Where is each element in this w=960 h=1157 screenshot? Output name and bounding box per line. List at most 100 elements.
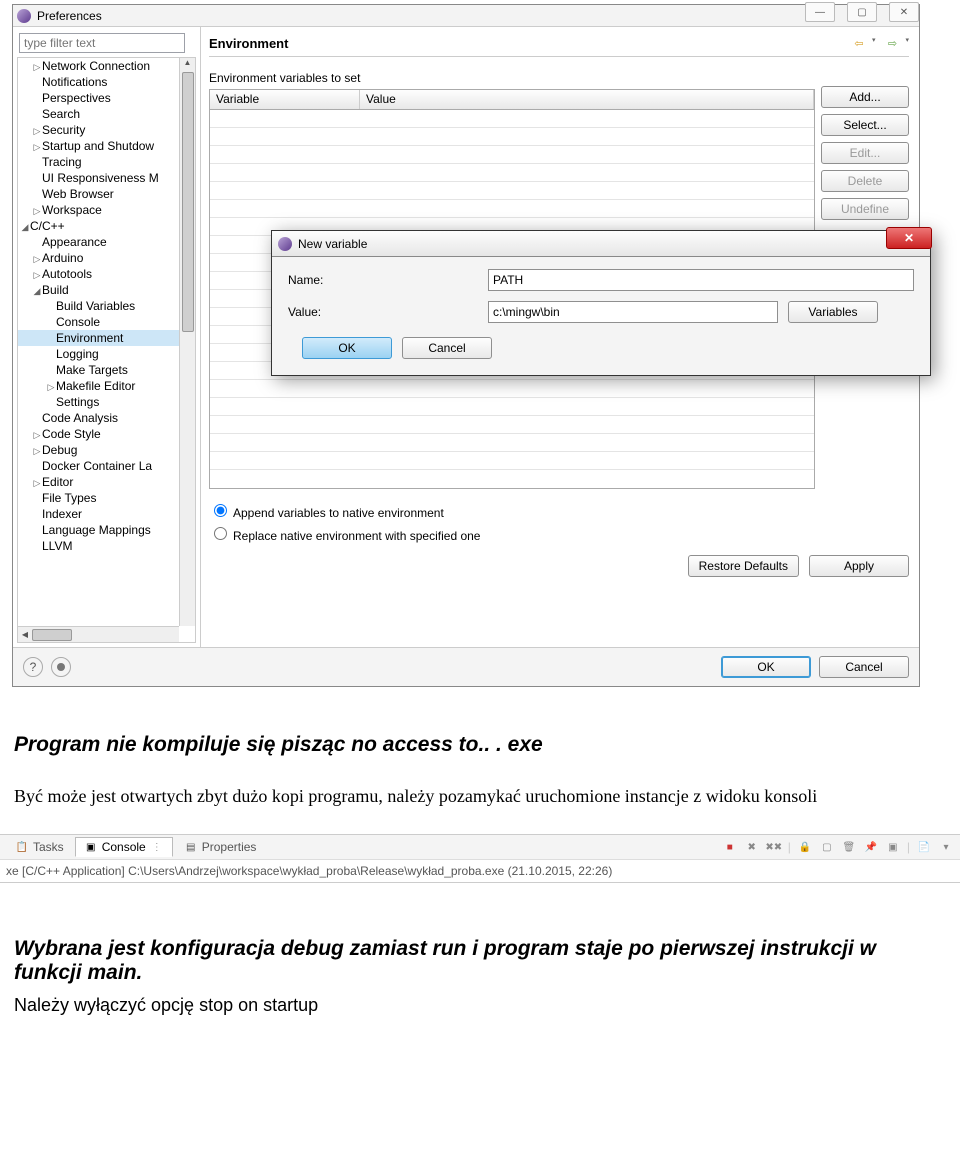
tree-vscrollbar[interactable]: ▲ <box>179 58 195 626</box>
tree-item[interactable]: Build Variables <box>18 298 195 314</box>
tree-item[interactable]: Code Analysis <box>18 410 195 426</box>
tree-item[interactable]: Perspectives <box>18 90 195 106</box>
doc-section-2: Wybrana jest konfiguracja debug zamiast … <box>0 883 960 1042</box>
console-toolbar: ■ ✖ ✖✖ | 🔒 ▢ 🗑 📌 ▣ | 📄 ▾ <box>722 839 954 855</box>
titlebar: Preferences — ▢ ✕ <box>13 5 919 27</box>
terminate-icon[interactable]: ■ <box>722 839 738 855</box>
variables-button[interactable]: Variables <box>788 301 878 323</box>
undefine-button[interactable]: Undefine <box>821 198 909 220</box>
apply-button[interactable]: Apply <box>809 555 909 577</box>
close-button[interactable]: ✕ <box>889 2 919 22</box>
console-path: xe [C/C++ Application] C:\Users\Andrzej\… <box>0 859 960 882</box>
tree-item[interactable]: Logging <box>18 346 195 362</box>
menu-icon[interactable]: ▾ <box>938 839 954 855</box>
doc2-heading: Wybrana jest konfiguracja debug zamiast … <box>14 937 944 985</box>
tasks-icon: 📋 <box>15 840 29 854</box>
nav-fwd-icon[interactable]: ⇨ <box>883 36 901 52</box>
show-console-icon[interactable]: ▢ <box>819 839 835 855</box>
tree-item[interactable]: Search <box>18 106 195 122</box>
cancel-button[interactable]: Cancel <box>819 656 909 678</box>
tree-item[interactable]: Notifications <box>18 74 195 90</box>
edit-button[interactable]: Edit... <box>821 142 909 164</box>
doc-section-1: Program nie kompiluje się pisząc no acce… <box>0 687 960 808</box>
tree-item[interactable]: ▷Startup and Shutdow <box>18 138 195 154</box>
col-value[interactable]: Value <box>360 90 814 109</box>
nav-back-menu[interactable]: ▾ <box>872 36 876 52</box>
tree-item[interactable]: Web Browser <box>18 186 195 202</box>
tree-item[interactable]: Settings <box>18 394 195 410</box>
tab-tasks[interactable]: 📋 Tasks <box>6 837 73 857</box>
console-icon: ▣ <box>84 840 98 854</box>
remove-icon[interactable]: ✖ <box>744 839 760 855</box>
record-icon[interactable] <box>51 657 71 677</box>
dialog-titlebar: New variable ✕ <box>272 231 930 257</box>
tree-item[interactable]: File Types <box>18 490 195 506</box>
maximize-button[interactable]: ▢ <box>847 2 877 22</box>
console-panel: 📋 Tasks ▣ Console ⋮ ▤ Properties ■ ✖ ✖✖ … <box>0 834 960 883</box>
doc2-paragraph: Należy wyłączyć opcję stop on startup <box>14 995 944 1016</box>
nav-back-icon[interactable]: ⇦ <box>850 36 868 52</box>
nav-fwd-menu[interactable]: ▾ <box>905 36 909 52</box>
tree-item[interactable]: Tracing <box>18 154 195 170</box>
tree-item[interactable]: ▷Makefile Editor <box>18 378 195 394</box>
window-title: Preferences <box>37 9 102 23</box>
sidebar: ▷Network ConnectionNotificationsPerspect… <box>13 27 201 647</box>
tab-properties[interactable]: ▤ Properties <box>175 837 266 857</box>
tree-item[interactable]: Indexer <box>18 506 195 522</box>
new-variable-dialog: New variable ✕ Name: Value: Variables OK… <box>271 230 931 376</box>
properties-icon: ▤ <box>184 840 198 854</box>
dialog-ok-button[interactable]: OK <box>302 337 392 359</box>
tree-item[interactable]: ▷Network Connection <box>18 58 195 74</box>
doc1-heading: Program nie kompiluje się pisząc no acce… <box>14 733 944 757</box>
tab-console[interactable]: ▣ Console ⋮ <box>75 837 173 857</box>
name-label: Name: <box>288 273 488 287</box>
tree-item[interactable]: Language Mappings <box>18 522 195 538</box>
add-button[interactable]: Add... <box>821 86 909 108</box>
eclipse-icon <box>17 9 31 23</box>
tree-item[interactable]: ▷Workspace <box>18 202 195 218</box>
delete-button[interactable]: Delete <box>821 170 909 192</box>
ok-button[interactable]: OK <box>721 656 811 678</box>
value-input[interactable] <box>488 301 778 323</box>
tree-item[interactable]: ▷Debug <box>18 442 195 458</box>
tree-item[interactable]: Environment <box>18 330 195 346</box>
tree-item[interactable]: ◢Build <box>18 282 195 298</box>
help-icon[interactable]: ? <box>23 657 43 677</box>
tree-item[interactable]: Docker Container La <box>18 458 195 474</box>
eclipse-icon <box>278 237 292 251</box>
tree-item[interactable]: ◢C/C++ <box>18 218 195 234</box>
dialog-cancel-button[interactable]: Cancel <box>402 337 492 359</box>
tree-item[interactable]: ▷Security <box>18 122 195 138</box>
filter-input[interactable] <box>19 33 185 53</box>
tree-item[interactable]: ▷Code Style <box>18 426 195 442</box>
tree-item[interactable]: UI Responsiveness M <box>18 170 195 186</box>
env-vars-label: Environment variables to set <box>209 71 909 85</box>
tree-hscrollbar[interactable]: ◀ <box>18 626 179 642</box>
preference-tree[interactable]: ▷Network ConnectionNotificationsPerspect… <box>17 57 196 643</box>
minimize-button[interactable]: — <box>805 2 835 22</box>
tree-item[interactable]: LLVM <box>18 538 195 554</box>
restore-defaults-button[interactable]: Restore Defaults <box>688 555 799 577</box>
dialog-close-button[interactable]: ✕ <box>886 227 932 249</box>
select-button[interactable]: Select... <box>821 114 909 136</box>
col-variable[interactable]: Variable <box>210 90 360 109</box>
scroll-lock-icon[interactable]: 🔒 <box>797 839 813 855</box>
doc1-paragraph: Być może jest otwartych zbyt dużo kopi p… <box>14 785 944 808</box>
pin-console-icon[interactable]: 📌 <box>863 839 879 855</box>
tree-item[interactable]: ▷Editor <box>18 474 195 490</box>
clear-console-icon[interactable]: 🗑 <box>841 839 857 855</box>
radio-append[interactable]: Append variables to native environment <box>209 501 909 520</box>
name-input[interactable] <box>488 269 914 291</box>
radio-replace[interactable]: Replace native environment with specifie… <box>209 524 909 543</box>
tree-item[interactable]: Appearance <box>18 234 195 250</box>
tree-item[interactable]: ▷Autotools <box>18 266 195 282</box>
dialog-footer: ? OK Cancel <box>13 647 919 686</box>
open-console-icon[interactable]: 📄 <box>916 839 932 855</box>
tree-item[interactable]: ▷Arduino <box>18 250 195 266</box>
dialog-title: New variable <box>298 237 367 251</box>
display-icon[interactable]: ▣ <box>885 839 901 855</box>
remove-all-icon[interactable]: ✖✖ <box>766 839 782 855</box>
tree-item[interactable]: Make Targets <box>18 362 195 378</box>
tree-item[interactable]: Console <box>18 314 195 330</box>
value-label: Value: <box>288 305 488 319</box>
